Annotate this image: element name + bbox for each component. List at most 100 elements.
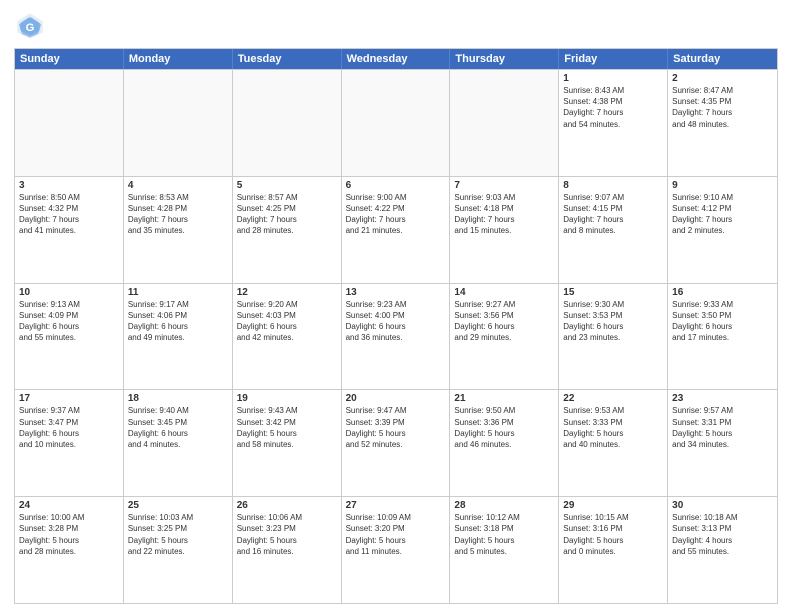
day-info: Sunrise: 10:18 AM Sunset: 3:13 PM Daylig…	[672, 512, 773, 557]
day-info: Sunrise: 9:23 AM Sunset: 4:00 PM Dayligh…	[346, 299, 446, 344]
day-cell-1: 1Sunrise: 8:43 AM Sunset: 4:38 PM Daylig…	[559, 70, 668, 176]
day-cell-13: 13Sunrise: 9:23 AM Sunset: 4:00 PM Dayli…	[342, 284, 451, 390]
day-number: 7	[454, 180, 554, 191]
day-header-friday: Friday	[559, 49, 668, 69]
day-info: Sunrise: 9:47 AM Sunset: 3:39 PM Dayligh…	[346, 405, 446, 450]
day-cell-21: 21Sunrise: 9:50 AM Sunset: 3:36 PM Dayli…	[450, 390, 559, 496]
day-number: 5	[237, 180, 337, 191]
day-cell-5: 5Sunrise: 8:57 AM Sunset: 4:25 PM Daylig…	[233, 177, 342, 283]
day-info: Sunrise: 8:43 AM Sunset: 4:38 PM Dayligh…	[563, 85, 663, 130]
day-info: Sunrise: 8:53 AM Sunset: 4:28 PM Dayligh…	[128, 192, 228, 237]
day-cell-22: 22Sunrise: 9:53 AM Sunset: 3:33 PM Dayli…	[559, 390, 668, 496]
day-number: 19	[237, 393, 337, 404]
week-row-4: 17Sunrise: 9:37 AM Sunset: 3:47 PM Dayli…	[15, 389, 777, 496]
empty-cell	[342, 70, 451, 176]
day-number: 15	[563, 287, 663, 298]
header: G	[14, 10, 778, 42]
day-cell-30: 30Sunrise: 10:18 AM Sunset: 3:13 PM Dayl…	[668, 497, 777, 603]
day-info: Sunrise: 9:00 AM Sunset: 4:22 PM Dayligh…	[346, 192, 446, 237]
day-cell-25: 25Sunrise: 10:03 AM Sunset: 3:25 PM Dayl…	[124, 497, 233, 603]
day-info: Sunrise: 9:17 AM Sunset: 4:06 PM Dayligh…	[128, 299, 228, 344]
day-info: Sunrise: 8:47 AM Sunset: 4:35 PM Dayligh…	[672, 85, 773, 130]
day-cell-19: 19Sunrise: 9:43 AM Sunset: 3:42 PM Dayli…	[233, 390, 342, 496]
week-row-2: 3Sunrise: 8:50 AM Sunset: 4:32 PM Daylig…	[15, 176, 777, 283]
empty-cell	[124, 70, 233, 176]
day-info: Sunrise: 10:06 AM Sunset: 3:23 PM Daylig…	[237, 512, 337, 557]
week-row-5: 24Sunrise: 10:00 AM Sunset: 3:28 PM Dayl…	[15, 496, 777, 603]
day-cell-23: 23Sunrise: 9:57 AM Sunset: 3:31 PM Dayli…	[668, 390, 777, 496]
day-info: Sunrise: 9:03 AM Sunset: 4:18 PM Dayligh…	[454, 192, 554, 237]
day-info: Sunrise: 9:27 AM Sunset: 3:56 PM Dayligh…	[454, 299, 554, 344]
day-info: Sunrise: 9:50 AM Sunset: 3:36 PM Dayligh…	[454, 405, 554, 450]
day-number: 29	[563, 500, 663, 511]
day-number: 2	[672, 73, 773, 84]
day-info: Sunrise: 9:40 AM Sunset: 3:45 PM Dayligh…	[128, 405, 228, 450]
day-header-saturday: Saturday	[668, 49, 777, 69]
day-number: 23	[672, 393, 773, 404]
day-cell-16: 16Sunrise: 9:33 AM Sunset: 3:50 PM Dayli…	[668, 284, 777, 390]
day-cell-4: 4Sunrise: 8:53 AM Sunset: 4:28 PM Daylig…	[124, 177, 233, 283]
day-cell-24: 24Sunrise: 10:00 AM Sunset: 3:28 PM Dayl…	[15, 497, 124, 603]
calendar: SundayMondayTuesdayWednesdayThursdayFrid…	[14, 48, 778, 604]
day-number: 25	[128, 500, 228, 511]
day-number: 6	[346, 180, 446, 191]
day-cell-9: 9Sunrise: 9:10 AM Sunset: 4:12 PM Daylig…	[668, 177, 777, 283]
day-number: 16	[672, 287, 773, 298]
logo-icon: G	[14, 10, 46, 42]
day-info: Sunrise: 10:12 AM Sunset: 3:18 PM Daylig…	[454, 512, 554, 557]
day-info: Sunrise: 10:00 AM Sunset: 3:28 PM Daylig…	[19, 512, 119, 557]
day-info: Sunrise: 9:13 AM Sunset: 4:09 PM Dayligh…	[19, 299, 119, 344]
day-number: 21	[454, 393, 554, 404]
day-number: 20	[346, 393, 446, 404]
day-number: 26	[237, 500, 337, 511]
day-number: 22	[563, 393, 663, 404]
day-cell-29: 29Sunrise: 10:15 AM Sunset: 3:16 PM Dayl…	[559, 497, 668, 603]
day-info: Sunrise: 8:50 AM Sunset: 4:32 PM Dayligh…	[19, 192, 119, 237]
week-row-3: 10Sunrise: 9:13 AM Sunset: 4:09 PM Dayli…	[15, 283, 777, 390]
svg-text:G: G	[26, 22, 35, 34]
day-info: Sunrise: 9:57 AM Sunset: 3:31 PM Dayligh…	[672, 405, 773, 450]
day-cell-6: 6Sunrise: 9:00 AM Sunset: 4:22 PM Daylig…	[342, 177, 451, 283]
calendar-body: 1Sunrise: 8:43 AM Sunset: 4:38 PM Daylig…	[15, 69, 777, 603]
day-header-tuesday: Tuesday	[233, 49, 342, 69]
day-cell-26: 26Sunrise: 10:06 AM Sunset: 3:23 PM Dayl…	[233, 497, 342, 603]
day-header-sunday: Sunday	[15, 49, 124, 69]
day-cell-18: 18Sunrise: 9:40 AM Sunset: 3:45 PM Dayli…	[124, 390, 233, 496]
day-info: Sunrise: 9:37 AM Sunset: 3:47 PM Dayligh…	[19, 405, 119, 450]
day-number: 28	[454, 500, 554, 511]
day-cell-8: 8Sunrise: 9:07 AM Sunset: 4:15 PM Daylig…	[559, 177, 668, 283]
day-cell-15: 15Sunrise: 9:30 AM Sunset: 3:53 PM Dayli…	[559, 284, 668, 390]
week-row-1: 1Sunrise: 8:43 AM Sunset: 4:38 PM Daylig…	[15, 69, 777, 176]
day-cell-10: 10Sunrise: 9:13 AM Sunset: 4:09 PM Dayli…	[15, 284, 124, 390]
empty-cell	[450, 70, 559, 176]
day-number: 4	[128, 180, 228, 191]
day-info: Sunrise: 9:30 AM Sunset: 3:53 PM Dayligh…	[563, 299, 663, 344]
day-header-wednesday: Wednesday	[342, 49, 451, 69]
day-info: Sunrise: 9:10 AM Sunset: 4:12 PM Dayligh…	[672, 192, 773, 237]
day-cell-20: 20Sunrise: 9:47 AM Sunset: 3:39 PM Dayli…	[342, 390, 451, 496]
day-info: Sunrise: 8:57 AM Sunset: 4:25 PM Dayligh…	[237, 192, 337, 237]
day-number: 11	[128, 287, 228, 298]
empty-cell	[15, 70, 124, 176]
day-cell-27: 27Sunrise: 10:09 AM Sunset: 3:20 PM Dayl…	[342, 497, 451, 603]
day-cell-11: 11Sunrise: 9:17 AM Sunset: 4:06 PM Dayli…	[124, 284, 233, 390]
day-number: 10	[19, 287, 119, 298]
day-info: Sunrise: 9:53 AM Sunset: 3:33 PM Dayligh…	[563, 405, 663, 450]
day-cell-12: 12Sunrise: 9:20 AM Sunset: 4:03 PM Dayli…	[233, 284, 342, 390]
day-cell-14: 14Sunrise: 9:27 AM Sunset: 3:56 PM Dayli…	[450, 284, 559, 390]
logo: G	[14, 10, 50, 42]
day-number: 9	[672, 180, 773, 191]
day-info: Sunrise: 9:43 AM Sunset: 3:42 PM Dayligh…	[237, 405, 337, 450]
day-number: 30	[672, 500, 773, 511]
day-number: 24	[19, 500, 119, 511]
page: G SundayMondayTuesdayWednesdayThursdayFr…	[0, 0, 792, 612]
day-number: 14	[454, 287, 554, 298]
day-info: Sunrise: 10:09 AM Sunset: 3:20 PM Daylig…	[346, 512, 446, 557]
day-cell-2: 2Sunrise: 8:47 AM Sunset: 4:35 PM Daylig…	[668, 70, 777, 176]
day-number: 17	[19, 393, 119, 404]
day-number: 13	[346, 287, 446, 298]
day-number: 18	[128, 393, 228, 404]
day-info: Sunrise: 9:07 AM Sunset: 4:15 PM Dayligh…	[563, 192, 663, 237]
calendar-header: SundayMondayTuesdayWednesdayThursdayFrid…	[15, 49, 777, 69]
day-header-thursday: Thursday	[450, 49, 559, 69]
